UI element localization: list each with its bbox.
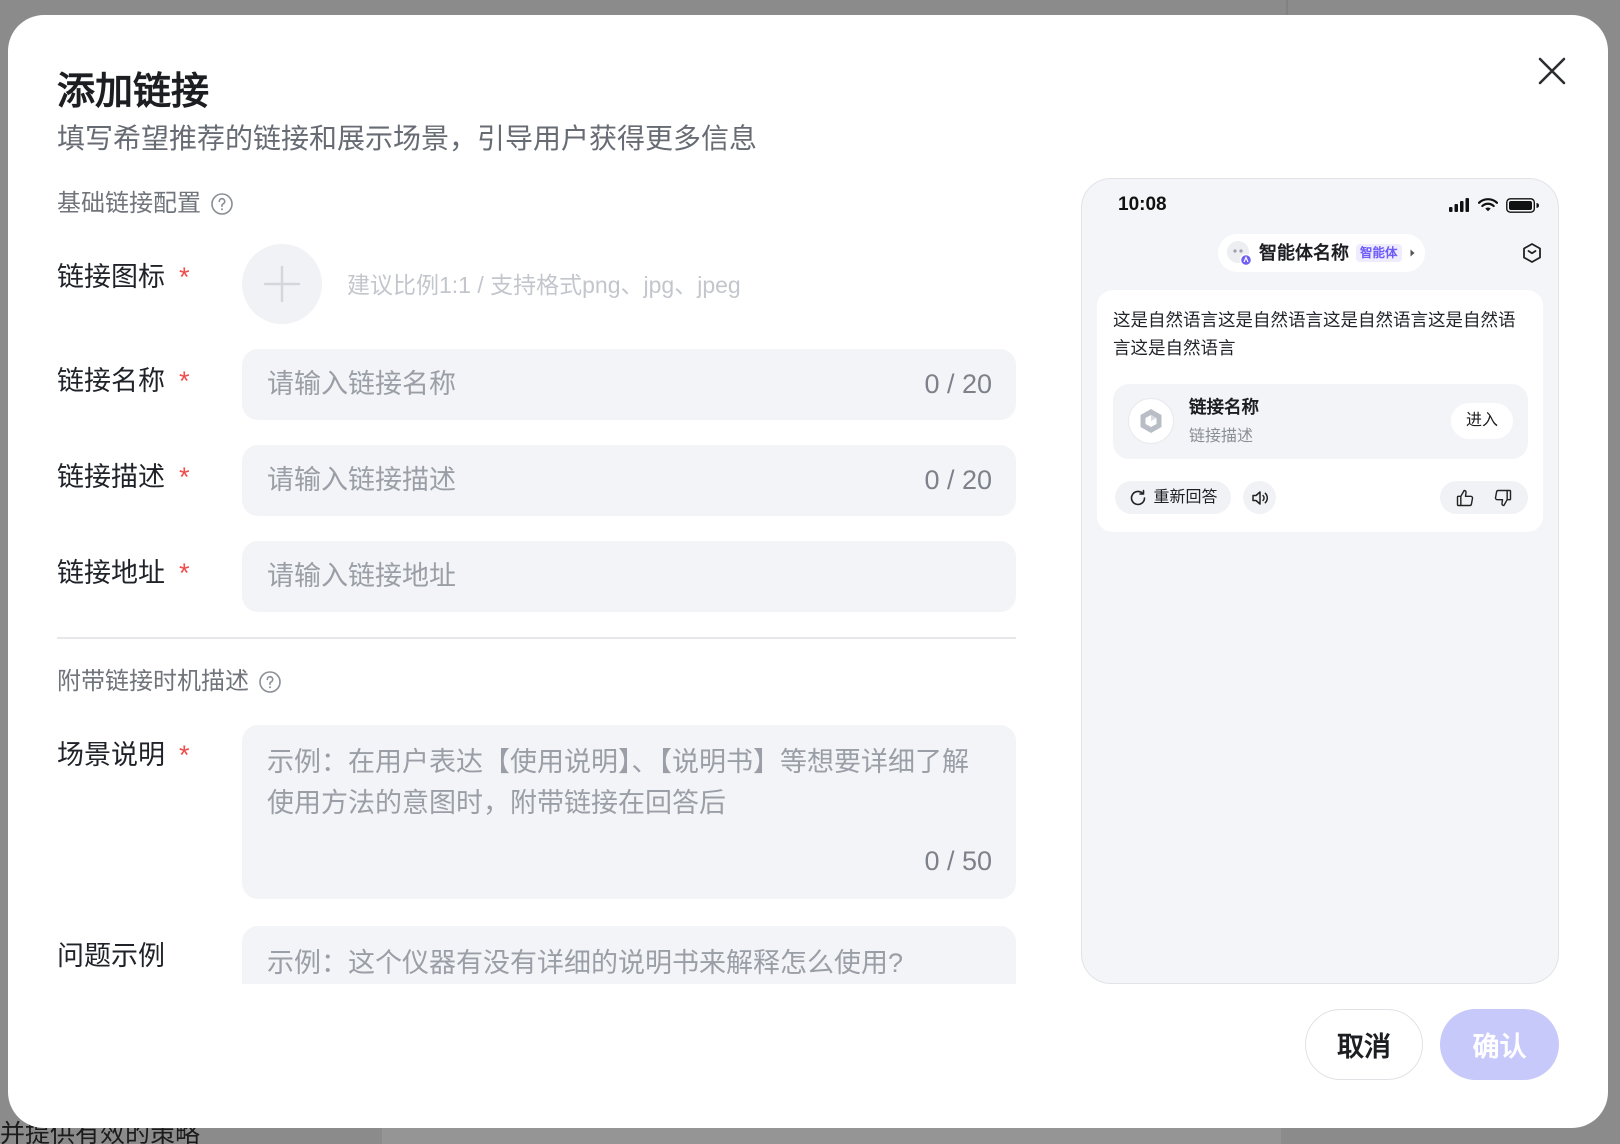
status-time: 10:08 [1118, 194, 1167, 215]
close-button[interactable] [1534, 53, 1570, 89]
label-text: 场景说明 [57, 740, 165, 770]
background-divider-line [1286, 0, 1288, 15]
question-textarea[interactable] [242, 926, 1016, 984]
close-icon [1538, 57, 1566, 85]
cancel-button[interactable]: 取消 [1305, 1009, 1423, 1080]
speaker-icon [1251, 490, 1268, 505]
plus-icon [263, 265, 301, 303]
signal-icon [1449, 198, 1469, 212]
scene-textarea[interactable] [242, 725, 1016, 899]
link-desc-field: 0 / 20 [242, 445, 1016, 516]
upload-hint: 建议比例1:1 / 支持格式png、jpg、jpeg [347, 272, 741, 298]
link-logo-icon [1140, 409, 1162, 433]
enter-button: 进入 [1451, 403, 1513, 439]
label-text: 链接图标 [57, 262, 165, 292]
link-card-name: 链接名称 [1189, 397, 1259, 417]
agent-avatar-icon [1227, 241, 1252, 266]
required-mark: * [179, 262, 190, 292]
chevron-right-icon [1410, 249, 1415, 257]
cube-icon [1523, 243, 1541, 263]
char-counter: 0 / 20 [924, 369, 992, 399]
field-label-question: 问题示例 [57, 939, 165, 973]
add-link-dialog: 添加链接 填写希望推荐的链接和展示场景，引导用户获得更多信息 基础链接配置 链接… [8, 15, 1608, 1128]
regenerate-pill: 重新回答 [1115, 481, 1231, 514]
label-text: 问题示例 [57, 941, 165, 971]
speaker-pill [1243, 481, 1276, 514]
confirm-button[interactable]: 确认 [1440, 1009, 1559, 1080]
link-name-input[interactable] [242, 349, 1016, 420]
status-icons [1449, 195, 1539, 215]
agent-tag: 智能体 [1356, 244, 1402, 262]
link-url-input[interactable] [242, 541, 1016, 612]
char-counter: 0 / 50 [924, 846, 992, 876]
section-label: 附带链接时机描述 [57, 668, 249, 695]
label-text: 链接名称 [57, 366, 165, 396]
refresh-icon [1131, 489, 1146, 505]
question-field [242, 926, 1016, 984]
section-divider [57, 637, 1016, 639]
required-mark: * [179, 366, 190, 396]
link-card-description: 链接描述 [1189, 428, 1254, 445]
link-logo [1128, 398, 1174, 444]
section-basic-config: 基础链接配置 [57, 189, 234, 219]
field-label-link-url: 链接地址 * [57, 556, 190, 590]
icon-upload-button[interactable] [242, 244, 322, 324]
field-label-scene: 场景说明 * [57, 738, 190, 772]
question-circle-icon[interactable] [258, 670, 282, 694]
thumbs-down-icon [1494, 489, 1512, 506]
agent-name: 智能体名称 [1259, 243, 1349, 263]
char-counter: 0 / 20 [924, 465, 992, 495]
required-mark: * [179, 740, 190, 770]
field-label-link-desc: 链接描述 * [57, 460, 190, 494]
feedback-pill [1440, 481, 1528, 514]
background-panel [382, 1128, 1281, 1144]
label-text: 链接描述 [57, 462, 165, 492]
question-circle-icon[interactable] [210, 192, 234, 216]
label-text: 链接地址 [57, 558, 165, 588]
answer-text: 这是自然语言这是自然语言这是自然语言这是自然语言这是自然语言 [1113, 310, 1516, 358]
wifi-icon [1478, 198, 1498, 212]
link-card-preview: 链接名称 链接描述 进入 [1113, 384, 1528, 459]
phone-preview: 10:08 智能体名称 智能体 这是自然语言这是自然语言这是自然语言这是自然语言… [1081, 178, 1559, 984]
agent-pill: 智能体名称 智能体 [1218, 234, 1425, 272]
regenerate-label: 重新回答 [1153, 488, 1218, 506]
battery-icon [1506, 197, 1539, 213]
thumbs-up-icon [1456, 489, 1474, 506]
chat-answer-card: 这是自然语言这是自然语言这是自然语言这是自然语言这是自然语言 链接名称 链接描述… [1097, 290, 1543, 532]
required-mark: * [179, 462, 190, 492]
link-name-field: 0 / 20 [242, 349, 1016, 420]
form-scroll-area[interactable]: 基础链接配置 链接图标 * 建议比例1:1 / 支持格式png、jpg、jpeg … [8, 15, 1048, 984]
section-label: 基础链接配置 [57, 190, 201, 217]
scene-field: 0 / 50 [242, 725, 1016, 899]
section-timing: 附带链接时机描述 [57, 667, 282, 697]
field-label-link-name: 链接名称 * [57, 364, 190, 398]
field-label-link-icon: 链接图标 * [57, 260, 190, 294]
link-desc-input[interactable] [242, 445, 1016, 516]
required-mark: * [179, 558, 190, 588]
link-url-field [242, 541, 1016, 612]
